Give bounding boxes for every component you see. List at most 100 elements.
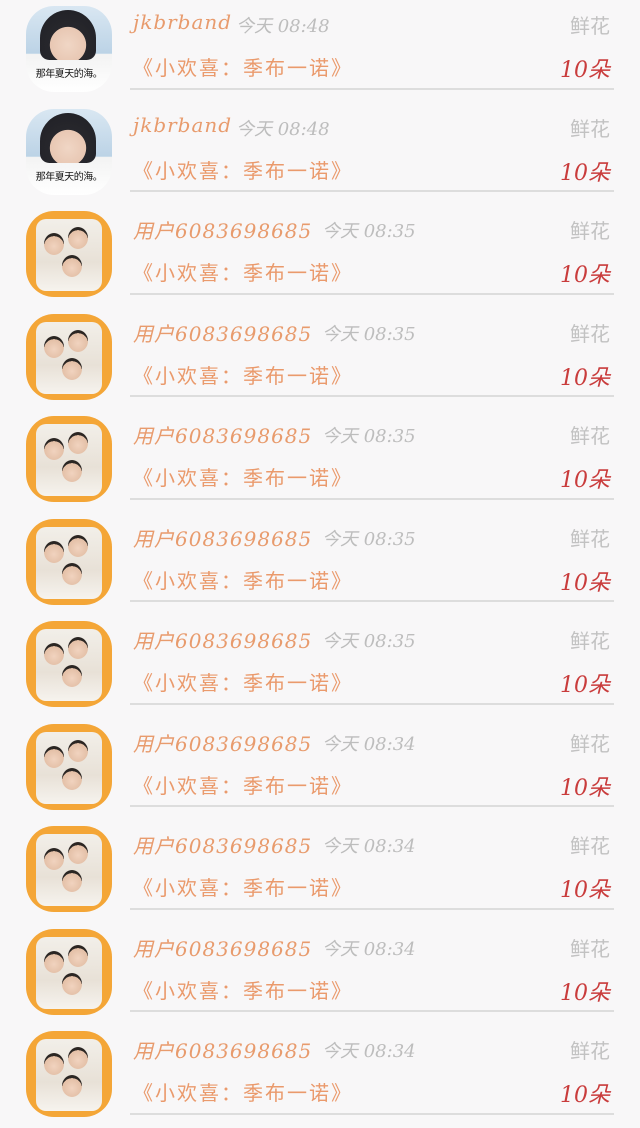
list-item[interactable]: 用户6083698685 今天 08:34 《小欢喜：季布一诺》 鲜花 10朵 [0, 820, 640, 923]
list-item[interactable]: 用户6083698685 今天 08:35 《小欢喜：季布一诺》 鲜花 10朵 [0, 615, 640, 718]
avatar[interactable] [26, 928, 112, 1015]
avatar-face [44, 745, 64, 768]
gift-count: 10朵 [560, 58, 610, 83]
divider [130, 1010, 614, 1012]
gift-type: 鲜花 [570, 834, 610, 858]
list-item[interactable]: 用户6083698685 今天 08:34 《小欢喜：季布一诺》 鲜花 10朵 [0, 718, 640, 821]
avatar[interactable] [26, 826, 112, 912]
avatar-photo [40, 10, 96, 60]
avatar-face [62, 460, 82, 482]
avatar[interactable] [26, 621, 112, 707]
divider [130, 497, 614, 500]
gift-title: 《小欢喜：季布一诺》 [133, 261, 353, 285]
avatar-face [68, 432, 88, 454]
avatar-face [62, 870, 82, 892]
gift-title: 《小欢喜：季布一诺》 [133, 158, 353, 183]
avatar[interactable] [26, 1031, 112, 1117]
timestamp: 今天 08:34 [322, 733, 416, 755]
avatar-face [44, 643, 64, 665]
gift-title: 《小欢喜：季布一诺》 [133, 671, 353, 695]
timestamp: 今天 08:35 [322, 528, 416, 550]
avatar-face [44, 1053, 64, 1075]
avatar[interactable] [26, 313, 112, 400]
username[interactable]: 用户6083698685 [133, 1035, 312, 1064]
avatar-face [68, 534, 88, 557]
timestamp: 今天 08:48 [236, 16, 330, 37]
username[interactable]: 用户6083698685 [133, 933, 312, 962]
timestamp: 今天 08:35 [322, 323, 416, 345]
avatar-face [44, 848, 64, 870]
divider [130, 87, 614, 90]
avatar-face [68, 329, 88, 352]
gift-count: 10朵 [560, 673, 610, 698]
avatar[interactable] [26, 416, 112, 502]
username[interactable]: 用户6083698685 [133, 215, 312, 244]
username[interactable]: jkbrband [133, 113, 232, 137]
username[interactable]: 用户6083698685 [133, 728, 312, 757]
avatar-face [62, 972, 82, 995]
avatar-face [62, 665, 82, 687]
avatar-face [62, 562, 82, 585]
avatar-face [44, 540, 64, 563]
avatar[interactable] [26, 211, 112, 297]
username[interactable]: 用户6083698685 [133, 830, 312, 859]
gift-title: 《小欢喜：季布一诺》 [133, 363, 353, 388]
username[interactable]: 用户6083698685 [133, 523, 312, 552]
username[interactable]: 用户6083698685 [133, 318, 312, 347]
gift-count: 10朵 [560, 570, 610, 596]
username[interactable]: 用户6083698685 [133, 420, 312, 449]
list-item[interactable]: 那年夏天的海。 jkbrband 今天 08:48 《小欢喜：季布一诺》 鲜花 … [0, 0, 640, 103]
list-item[interactable]: 用户6083698685 今天 08:34 《小欢喜：季布一诺》 鲜花 10朵 [0, 923, 640, 1026]
divider [130, 292, 614, 295]
gift-count: 10朵 [560, 1083, 610, 1108]
list-item[interactable]: 用户6083698685 今天 08:35 《小欢喜：季布一诺》 鲜花 10朵 [0, 205, 640, 308]
username[interactable]: jkbrband [133, 10, 232, 34]
avatar-face [68, 637, 88, 659]
list-item[interactable]: 用户6083698685 今天 08:35 《小欢喜：季布一诺》 鲜花 10朵 [0, 308, 640, 411]
gift-count: 10朵 [560, 263, 610, 288]
list-item[interactable]: 那年夏天的海。 jkbrband 今天 08:48 《小欢喜：季布一诺》 鲜花 … [0, 103, 640, 206]
gift-count: 10朵 [560, 468, 610, 493]
avatar[interactable] [26, 723, 112, 810]
gift-type: 鲜花 [570, 14, 610, 38]
timestamp: 今天 08:35 [322, 426, 416, 447]
divider [130, 1112, 614, 1115]
avatar-face [44, 950, 64, 973]
gift-record-list: 那年夏天的海。 jkbrband 今天 08:48 《小欢喜：季布一诺》 鲜花 … [0, 0, 640, 1117]
gift-type: 鲜花 [570, 731, 610, 756]
list-item[interactable]: 用户6083698685 今天 08:35 《小欢喜：季布一诺》 鲜花 10朵 [0, 513, 640, 616]
divider [130, 600, 614, 602]
gift-type: 鲜花 [570, 629, 610, 653]
avatar-face [68, 842, 88, 864]
timestamp: 今天 08:34 [322, 1041, 416, 1062]
gift-count: 10朵 [560, 878, 610, 903]
list-item[interactable]: 用户6083698685 今天 08:35 《小欢喜：季布一诺》 鲜花 10朵 [0, 410, 640, 513]
avatar[interactable] [26, 518, 112, 605]
list-item[interactable]: 用户6083698685 今天 08:34 《小欢喜：季布一诺》 鲜花 10朵 [0, 1025, 640, 1128]
timestamp: 今天 08:35 [322, 631, 416, 652]
gift-type: 鲜花 [570, 1039, 610, 1063]
gift-title: 《小欢喜：季布一诺》 [133, 978, 353, 1003]
gift-title: 《小欢喜：季布一诺》 [133, 568, 353, 593]
avatar[interactable]: 那年夏天的海。 [26, 108, 112, 195]
avatar[interactable]: 那年夏天的海。 [26, 6, 112, 92]
avatar-face [62, 255, 82, 277]
gift-count: 10朵 [560, 775, 610, 801]
avatar-face [68, 944, 88, 967]
avatar-face [62, 1075, 82, 1097]
divider [130, 805, 614, 807]
avatar-face [68, 1047, 88, 1069]
avatar-face [62, 357, 82, 380]
gift-count: 10朵 [560, 365, 610, 391]
avatar-face [44, 335, 64, 358]
username[interactable]: 用户6083698685 [133, 625, 312, 654]
gift-type: 鲜花 [570, 526, 610, 551]
gift-title: 《小欢喜：季布一诺》 [133, 773, 353, 798]
avatar-face [44, 233, 64, 255]
gift-type: 鲜花 [570, 321, 610, 346]
gift-type: 鲜花 [570, 424, 610, 448]
gift-type: 鲜花 [570, 936, 610, 961]
timestamp: 今天 08:48 [236, 118, 330, 140]
avatar-photo [40, 112, 96, 163]
gift-count: 10朵 [560, 160, 610, 186]
